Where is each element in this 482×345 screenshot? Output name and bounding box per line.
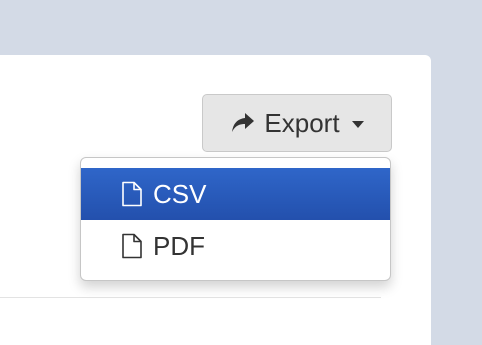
menu-item-pdf[interactable]: PDF xyxy=(81,220,390,272)
menu-item-csv[interactable]: CSV xyxy=(81,168,390,220)
export-dropdown-menu: CSV PDF xyxy=(80,157,391,281)
file-icon xyxy=(121,233,143,259)
export-button-label: Export xyxy=(264,107,340,138)
menu-item-label: CSV xyxy=(153,178,207,209)
file-icon xyxy=(121,181,143,207)
share-icon xyxy=(230,111,256,135)
export-button[interactable]: Export xyxy=(202,94,392,152)
divider xyxy=(0,297,381,298)
menu-item-label: PDF xyxy=(153,230,205,261)
caret-down-icon xyxy=(351,120,364,128)
